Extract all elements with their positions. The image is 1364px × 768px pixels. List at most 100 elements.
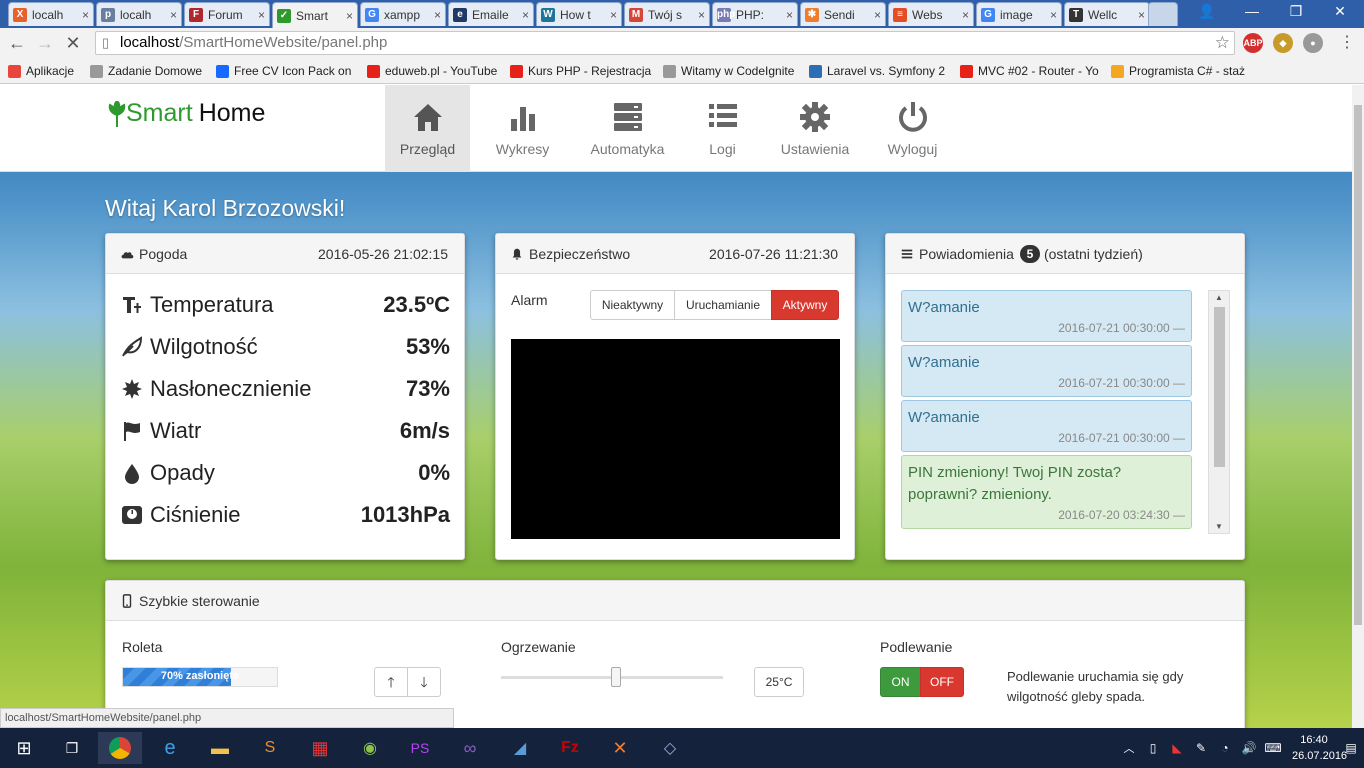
bookmark-item[interactable]: Laravel vs. Symfony 2	[809, 62, 945, 80]
tray-app-icon[interactable]: ◣	[1166, 732, 1188, 764]
app-grid-taskbar-icon[interactable]: ▦	[298, 732, 342, 764]
profile-icon[interactable]: 👤	[1192, 0, 1222, 22]
alarm-active-button[interactable]: Aktywny	[771, 290, 839, 320]
nav-item-logi[interactable]: Logi	[680, 85, 765, 172]
nav-item-ustawienia[interactable]: Ustawienia	[770, 85, 860, 172]
heating-slider-thumb[interactable]	[611, 667, 622, 687]
edge-taskbar-icon[interactable]: e	[148, 732, 192, 764]
tray-network-icon[interactable]: ◔	[1214, 732, 1236, 764]
task-view-icon[interactable]: ❐	[50, 732, 94, 764]
browser-tab[interactable]: p localh ×	[96, 2, 182, 26]
notification-item[interactable]: W?amanie 2016-07-21 00:30:00 —	[901, 400, 1192, 452]
nav-item-automatyka[interactable]: Automatyka	[575, 85, 680, 172]
watering-on-button[interactable]: ON	[880, 667, 921, 697]
browser-tab[interactable]: Gimage ×	[976, 2, 1062, 26]
nav-item-wykresy[interactable]: Wykresy	[480, 85, 565, 172]
scroll-up-arrow[interactable]: ▲	[1215, 293, 1223, 302]
browser-tab[interactable]: ✓ Smart ×	[272, 2, 358, 28]
blind-down-button[interactable]: 🡓	[407, 667, 441, 697]
bookmark-item[interactable]: Aplikacje	[8, 62, 74, 80]
bookmark-star-icon[interactable]: ☆	[1215, 32, 1230, 54]
notification-item[interactable]: W?amanie 2016-07-21 00:30:00 —	[901, 290, 1192, 342]
close-tab-icon[interactable]: ×	[258, 8, 265, 22]
notifications-list[interactable]: W?amanie 2016-07-21 00:30:00 — W?amanie 201…	[886, 290, 1226, 534]
bookmark-item[interactable]: eduweb.pl - YouTube	[367, 62, 497, 80]
bookmark-item[interactable]: Witamy w CodeIgnite	[663, 62, 794, 80]
browser-tab[interactable]: W How t ×	[536, 2, 622, 26]
mysql-taskbar-icon[interactable]: ◢	[498, 732, 542, 764]
alarm-arming-button[interactable]: Uruchamianie	[674, 290, 772, 320]
xampp-taskbar-icon[interactable]: ✕	[598, 732, 642, 764]
visual-studio-taskbar-icon[interactable]: ∞	[448, 732, 492, 764]
filezilla-taskbar-icon[interactable]: Fz	[548, 732, 592, 764]
taskbar-clock[interactable]: 16:40 26.07.2016	[1292, 732, 1347, 764]
notepad-taskbar-icon[interactable]: ◇	[648, 732, 692, 764]
chrome-taskbar-icon[interactable]	[98, 732, 142, 764]
heating-value-button[interactable]: 25°C	[754, 667, 804, 697]
phpstorm-taskbar-icon[interactable]: PS	[398, 732, 442, 764]
notification-item[interactable]: PIN zmieniony! Twoj PIN zosta? poprawni?…	[901, 455, 1192, 529]
close-tab-icon[interactable]: ×	[698, 8, 705, 22]
close-tab-icon[interactable]: ×	[170, 8, 177, 22]
new-tab-button[interactable]	[1148, 2, 1178, 26]
windows-start-icon[interactable]: ⊞	[2, 732, 46, 764]
sublime-taskbar-icon[interactable]: S	[248, 732, 292, 764]
close-tab-icon[interactable]: ×	[1138, 8, 1145, 22]
close-tab-icon[interactable]: ×	[610, 8, 617, 22]
back-icon[interactable]: ←	[6, 32, 28, 54]
close-tab-icon[interactable]: ×	[1050, 8, 1057, 22]
browser-tab[interactable]: e Emaile ×	[448, 2, 534, 26]
close-tab-icon[interactable]: ×	[434, 8, 441, 22]
bookmark-item[interactable]: Programista C# - staż	[1111, 62, 1245, 80]
browser-tab[interactable]: php PHP: ×	[712, 2, 798, 26]
scroll-thumb[interactable]	[1214, 307, 1225, 467]
browser-tab[interactable]: M Twój s ×	[624, 2, 710, 26]
tray-keyboard-icon[interactable]: ⌨	[1262, 732, 1284, 764]
minimize-button[interactable]: —	[1232, 0, 1272, 22]
extension-icon[interactable]: ◆	[1273, 33, 1293, 53]
page-scrollbar[interactable]	[1352, 85, 1364, 728]
action-center-icon[interactable]: ▤	[1340, 732, 1362, 764]
browser-tab[interactable]: Gxampp ×	[360, 2, 446, 26]
tray-battery-icon[interactable]: ▯	[1142, 732, 1164, 764]
browser-tab[interactable]: T Wellc ×	[1064, 2, 1150, 26]
extension-globe-icon[interactable]: ●	[1303, 33, 1323, 53]
close-tab-icon[interactable]: ×	[786, 8, 793, 22]
nav-item-wyloguj[interactable]: Wyloguj	[870, 85, 955, 172]
browser-tab[interactable]: Xlocalh ×	[8, 2, 94, 26]
stop-loading-icon[interactable]: ✕	[62, 32, 84, 54]
tray-volume-icon[interactable]: 🔊	[1238, 732, 1260, 764]
nav-item-przegląd[interactable]: Przegląd	[385, 85, 470, 172]
forward-icon[interactable]: →	[34, 32, 56, 54]
notifications-scrollbar[interactable]: ▲ ▼	[1208, 290, 1230, 534]
alarm-inactive-button[interactable]: Nieaktywny	[590, 290, 675, 320]
bookmark-item[interactable]: Free CV Icon Pack on	[216, 62, 351, 80]
close-tab-icon[interactable]: ×	[962, 8, 969, 22]
menu-icon[interactable]: ⋮	[1336, 32, 1358, 54]
close-tab-icon[interactable]: ×	[82, 8, 89, 22]
browser-tab[interactable]: ✱ Sendi ×	[800, 2, 886, 26]
site-logo[interactable]: Smart Home	[108, 99, 265, 128]
tray-chevron-icon[interactable]: ︿	[1118, 732, 1140, 764]
url-input[interactable]: ▯ localhost/SmartHomeWebsite/panel.php ☆	[95, 31, 1235, 55]
notification-item[interactable]: W?amanie 2016-07-21 00:30:00 —	[901, 345, 1192, 397]
scroll-down-arrow[interactable]: ▼	[1215, 522, 1223, 531]
close-window-button[interactable]: ✕	[1320, 0, 1360, 22]
adblock-icon[interactable]: ABP	[1243, 33, 1263, 53]
maximize-button[interactable]: ❐	[1276, 0, 1316, 22]
browser-tab[interactable]: ≡ Webs ×	[888, 2, 974, 26]
close-tab-icon[interactable]: ×	[346, 9, 353, 23]
close-tab-icon[interactable]: ×	[522, 8, 529, 22]
page-scroll-thumb[interactable]	[1354, 105, 1362, 625]
blind-up-button[interactable]: 🡑	[374, 667, 408, 697]
close-tab-icon[interactable]: ×	[874, 8, 881, 22]
bookmark-item[interactable]: Zadanie Domowe	[90, 62, 202, 80]
file-explorer-icon[interactable]: ▬	[198, 732, 242, 764]
heating-slider-track[interactable]	[501, 667, 723, 687]
tray-pen-icon[interactable]: ✎	[1190, 732, 1212, 764]
bookmark-item[interactable]: Kurs PHP - Rejestracja	[510, 62, 651, 80]
bookmark-item[interactable]: MVC #02 - Router - Yo	[960, 62, 1099, 80]
browser-tab[interactable]: F Forum ×	[184, 2, 270, 26]
android-studio-taskbar-icon[interactable]: ◉	[348, 732, 392, 764]
watering-off-button[interactable]: OFF	[920, 667, 964, 697]
